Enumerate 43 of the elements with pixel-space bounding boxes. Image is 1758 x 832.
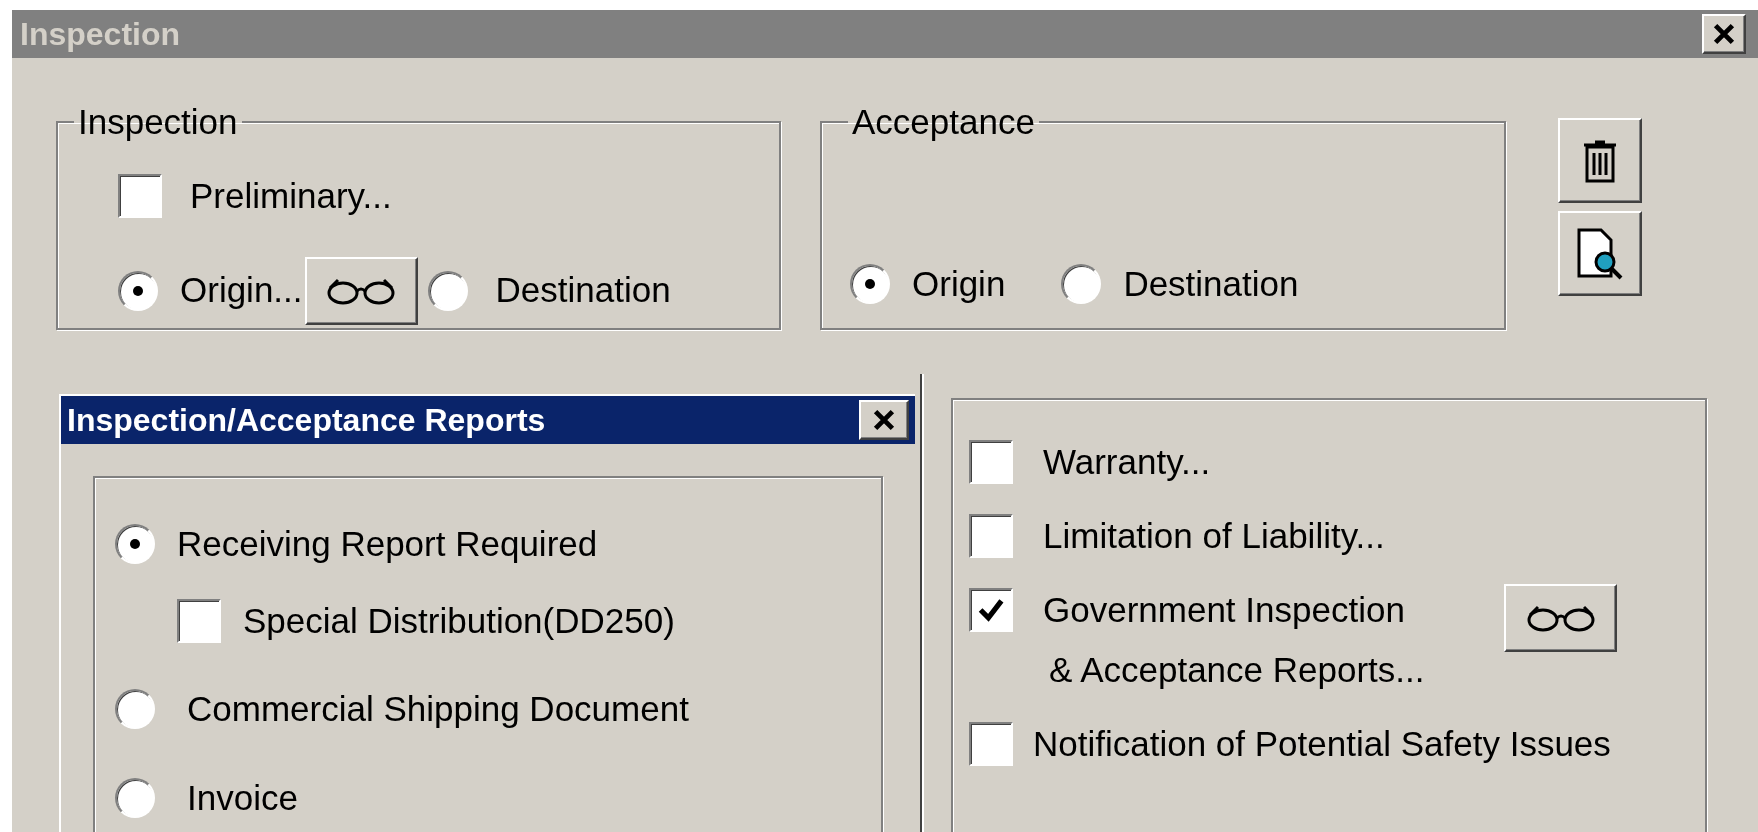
- checkbox-label: Limitation of Liability...: [1043, 515, 1385, 557]
- close-button[interactable]: [1702, 14, 1746, 54]
- radio-label: Invoice: [187, 776, 298, 819]
- checkbox[interactable]: [969, 588, 1013, 632]
- close-button[interactable]: [859, 400, 909, 440]
- close-icon: [1712, 22, 1736, 46]
- radio-label: Origin...: [180, 269, 303, 312]
- checkbox[interactable]: [969, 440, 1013, 484]
- checkbox-label: Government Inspection: [1043, 589, 1406, 631]
- radio-button[interactable]: [427, 270, 468, 311]
- window-title: Inspection/Acceptance Reports: [67, 401, 546, 440]
- checkmark-icon: [978, 597, 1004, 623]
- group-title: Acceptance: [851, 104, 1036, 140]
- checkbox-label: & Acceptance Reports...: [1049, 649, 1425, 691]
- radio-label: Destination: [495, 269, 671, 312]
- group-title: Inspection: [77, 104, 239, 140]
- radio-label: Destination: [1123, 263, 1299, 305]
- radio-button[interactable]: [115, 689, 155, 730]
- radio-label: Receiving Report Required: [177, 523, 598, 565]
- preview-button[interactable]: [1558, 211, 1642, 296]
- radio-label: Origin: [912, 263, 1006, 305]
- checkbox[interactable]: [969, 722, 1013, 766]
- radio-label: Commercial Shipping Document: [187, 688, 689, 730]
- view-button[interactable]: [1504, 584, 1618, 652]
- checkbox-label: Warranty...: [1043, 441, 1211, 483]
- checkbox-label: Preliminary...: [190, 175, 392, 217]
- document-search-icon: [1575, 227, 1625, 280]
- radio-button[interactable]: [115, 524, 155, 565]
- checkbox[interactable]: [969, 514, 1013, 558]
- checkbox[interactable]: [177, 598, 221, 643]
- radio-button[interactable]: [118, 270, 158, 311]
- checkbox-label: Notification of Potential Safety Issues: [1033, 723, 1611, 765]
- checkbox-label: Special Distribution(DD250): [243, 599, 675, 642]
- glasses-icon: [1526, 603, 1596, 633]
- checkbox[interactable]: [118, 174, 162, 219]
- delete-button[interactable]: [1558, 118, 1642, 203]
- view-button[interactable]: [304, 256, 418, 325]
- close-icon: [872, 408, 896, 432]
- radio-button[interactable]: [1061, 264, 1102, 305]
- radio-button[interactable]: [115, 777, 155, 818]
- radio-button[interactable]: [850, 264, 890, 305]
- trash-icon: [1583, 138, 1617, 183]
- window-title: Inspection: [20, 15, 180, 54]
